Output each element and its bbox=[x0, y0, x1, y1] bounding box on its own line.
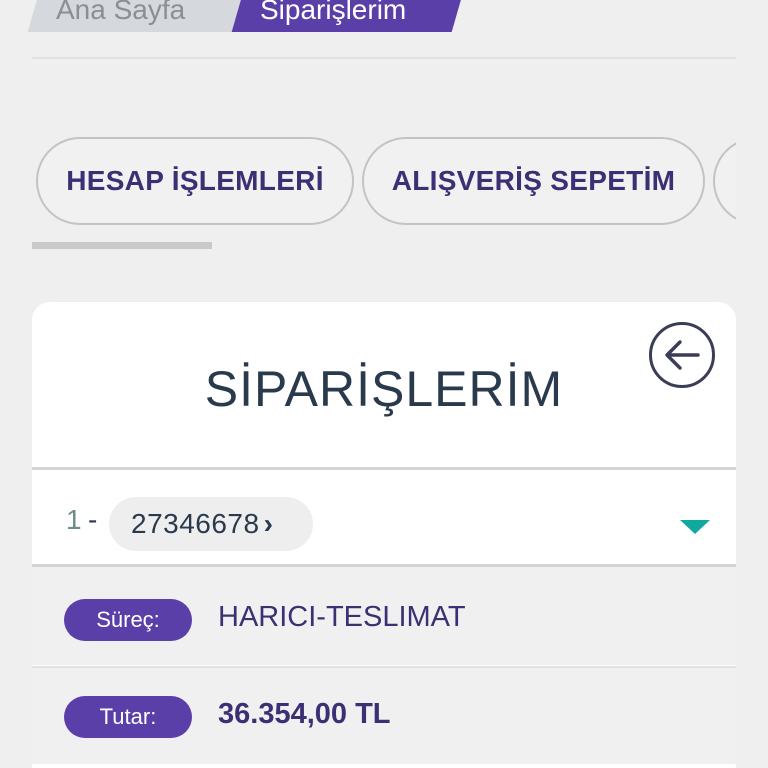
amount-badge: Tutar: bbox=[64, 696, 192, 738]
arrow-left-circle-icon bbox=[665, 340, 700, 370]
breadcrumb-home[interactable]: Ana Sayfa bbox=[27, 0, 249, 32]
caret-down-icon[interactable] bbox=[680, 520, 710, 534]
order-row[interactable]: 1 - 27346678 › bbox=[32, 470, 736, 566]
process-badge: Süreç: bbox=[64, 599, 192, 641]
header-divider bbox=[32, 57, 736, 59]
back-button[interactable] bbox=[649, 322, 715, 388]
page-title: SİPARİŞLERİM bbox=[204, 361, 564, 417]
orders-card: SİPARİŞLERİM 1 - 27346678 › Süreç: HARIC… bbox=[32, 302, 736, 768]
breadcrumb-current: Siparişlerim bbox=[231, 0, 465, 32]
tab-next[interactable] bbox=[713, 137, 736, 225]
order-number: 27346678 bbox=[131, 508, 260, 539]
breadcrumb-home-label: Ana Sayfa bbox=[56, 0, 186, 25]
tab-account-operations-label: HESAP İŞLEMLERİ bbox=[66, 165, 324, 196]
amount-value: 36.354,00 TL bbox=[218, 698, 391, 730]
detail-row-amount: Tutar: 36.354,00 TL bbox=[32, 666, 736, 764]
order-index: 1 bbox=[66, 504, 82, 535]
breadcrumb-current-label: Siparişlerim bbox=[260, 0, 407, 25]
tab-shopping-cart[interactable]: ALIŞVERİŞ SEPETİM bbox=[362, 137, 705, 225]
detail-row-process: Süreç: HARICI-TESLIMAT bbox=[32, 567, 736, 665]
process-value: HARICI-TESLIMAT bbox=[218, 601, 466, 633]
tab-account-operations[interactable]: HESAP İŞLEMLERİ bbox=[36, 137, 354, 225]
tabs-scrollbar[interactable] bbox=[32, 242, 212, 249]
tab-shopping-cart-label: ALIŞVERİŞ SEPETİM bbox=[391, 165, 676, 196]
process-label: Süreç: bbox=[96, 607, 160, 632]
amount-label: Tutar: bbox=[99, 704, 157, 729]
chevron-right-icon: › bbox=[263, 508, 274, 539]
account-tabs: HESAP İŞLEMLERİ ALIŞVERİŞ SEPETİM bbox=[0, 137, 736, 225]
order-separator: - bbox=[88, 504, 98, 535]
order-number-link[interactable]: 27346678 › bbox=[109, 497, 313, 551]
